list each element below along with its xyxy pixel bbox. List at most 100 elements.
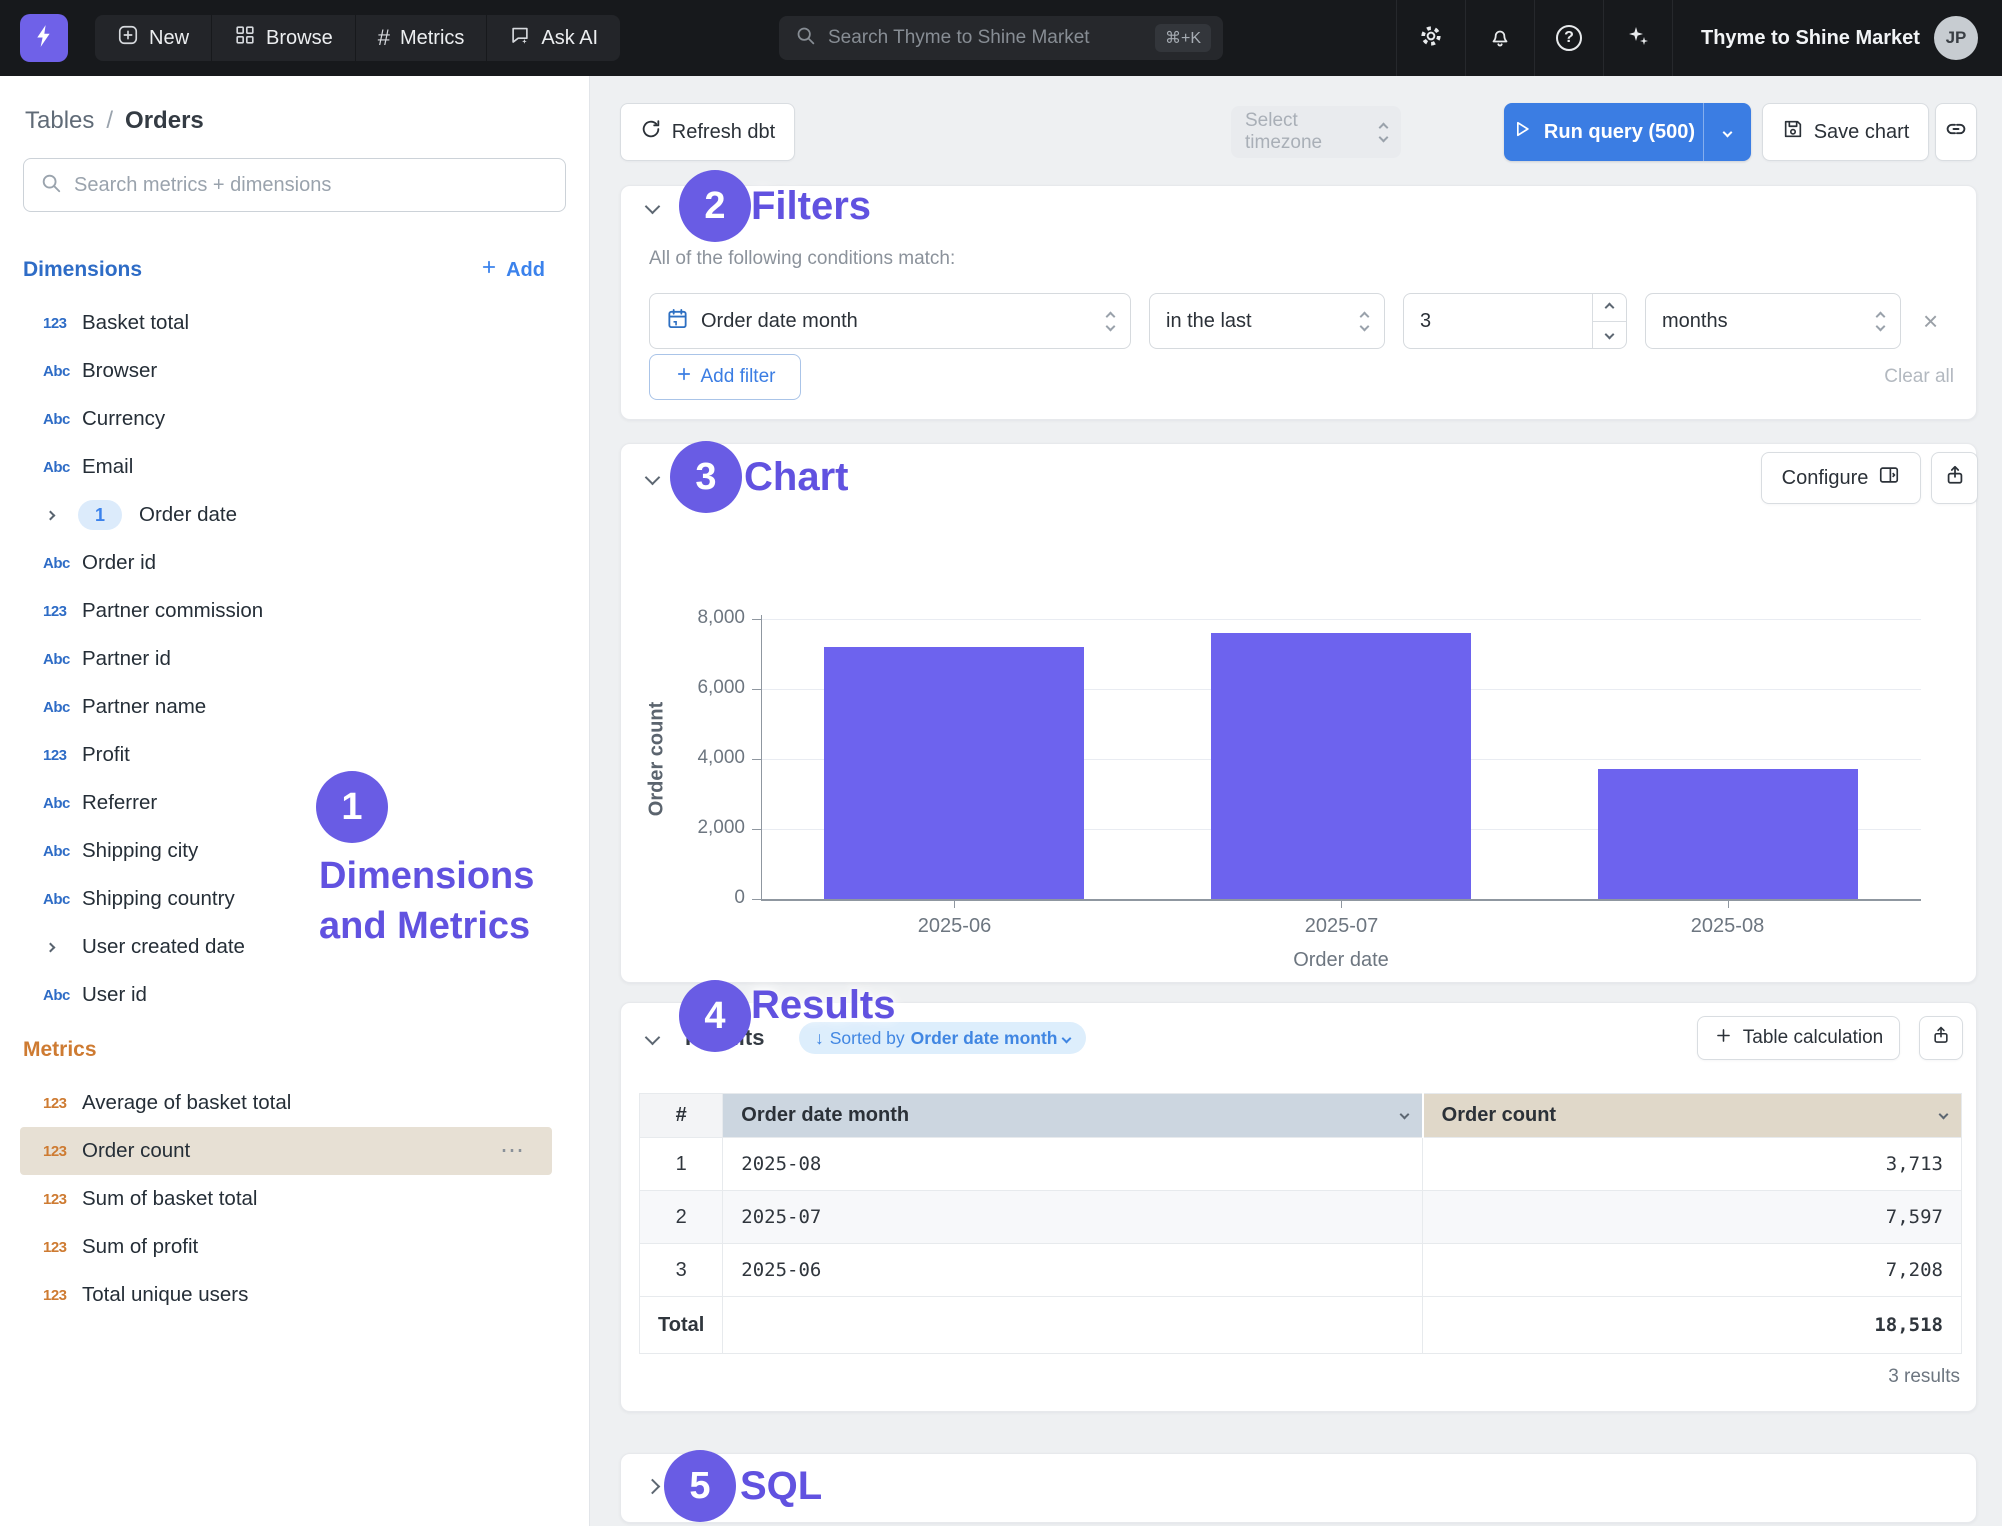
remove-filter-icon[interactable]: × xyxy=(1923,308,1938,334)
stepper-up-button[interactable] xyxy=(1593,294,1626,322)
order-date-month-cell[interactable]: 2025-06 xyxy=(723,1244,1423,1297)
bar-2025-08[interactable] xyxy=(1598,769,1858,899)
chevron-right-icon xyxy=(43,944,77,951)
settings-button[interactable] xyxy=(1396,0,1465,76)
chart-section: Configure 02,0004,0006,0008,0002025-0620… xyxy=(620,443,1977,983)
filter-unit-select[interactable]: months xyxy=(1645,293,1901,349)
export-results-button[interactable] xyxy=(1919,1016,1963,1060)
sql-expand-chevron[interactable] xyxy=(645,1479,661,1495)
help-button[interactable]: ? xyxy=(1534,0,1603,76)
copy-link-button[interactable] xyxy=(1935,103,1977,161)
breadcrumb-tables-link[interactable]: Tables xyxy=(25,107,94,135)
sidebar-field-partner-commission[interactable]: 123Partner commission xyxy=(0,587,590,635)
sidebar-field-order-date[interactable]: 1Order date xyxy=(0,491,590,539)
nav-ask-ai-button[interactable]: Ask AI xyxy=(487,15,620,61)
ai-sparkles-button[interactable] xyxy=(1603,0,1672,76)
filters-collapse-chevron[interactable] xyxy=(645,199,661,215)
chevron-down-icon[interactable] xyxy=(1939,1110,1949,1120)
play-icon xyxy=(1512,119,1532,145)
nav-browse-button[interactable]: Browse xyxy=(212,15,356,61)
field-label: Partner id xyxy=(82,647,171,671)
sidebar-field-sum-of-profit[interactable]: 123Sum of profit xyxy=(0,1223,590,1271)
explorer-toolbar: Refresh dbt Select timezone Run query (5… xyxy=(620,103,1977,161)
filter-field-value: Order date month xyxy=(701,310,858,333)
column-header-index[interactable]: # xyxy=(640,1094,723,1138)
sidebar-field-total-unique-users[interactable]: 123Total unique users xyxy=(0,1271,590,1319)
text-icon: Abc xyxy=(43,843,77,860)
number-icon: 123 xyxy=(43,603,77,620)
global-search-input[interactable]: Search Thyme to Shine Market ⌘+K xyxy=(779,16,1223,60)
column-header-order-count[interactable]: Order count xyxy=(1423,1094,1962,1138)
sidebar-field-partner-name[interactable]: AbcPartner name xyxy=(0,683,590,731)
add-dimension-button[interactable]: Add xyxy=(480,258,545,282)
sidebar-field-basket-total[interactable]: 123Basket total xyxy=(0,299,590,347)
sidebar-field-user-id[interactable]: AbcUser id xyxy=(0,971,590,1019)
select-caret-icon xyxy=(1107,313,1114,330)
add-filter-button[interactable]: Add filter xyxy=(649,354,801,400)
run-query-dropdown[interactable] xyxy=(1703,103,1751,161)
stepper-down-button[interactable] xyxy=(1593,322,1626,349)
sidebar-field-order-id[interactable]: AbcOrder id xyxy=(0,539,590,587)
export-chart-button[interactable] xyxy=(1931,452,1978,504)
field-more-menu-icon[interactable]: ⋯ xyxy=(500,1139,524,1163)
chevron-down-icon xyxy=(1062,1033,1072,1043)
nav-new-button[interactable]: New xyxy=(95,15,212,61)
user-avatar[interactable]: JP xyxy=(1934,16,1978,60)
sidebar-field-browser[interactable]: AbcBrowser xyxy=(0,347,590,395)
plus-circle-icon xyxy=(117,24,139,52)
search-icon xyxy=(795,25,816,51)
app-logo[interactable] xyxy=(20,14,68,62)
run-query-button[interactable]: Run query (500) xyxy=(1504,103,1751,161)
gear-icon xyxy=(1418,23,1444,54)
field-label: Referrer xyxy=(82,791,157,815)
sidebar-field-order-count[interactable]: 123Order count⋯ xyxy=(20,1127,552,1175)
clear-all-button[interactable]: Clear all xyxy=(1884,354,1954,400)
nav-metrics-button[interactable]: # Metrics xyxy=(356,15,488,61)
fields-search-input[interactable]: Search metrics + dimensions xyxy=(23,158,566,212)
save-chart-button[interactable]: Save chart xyxy=(1762,103,1929,161)
sidebar-field-profit[interactable]: 123Profit xyxy=(0,731,590,779)
filter-field-select[interactable]: Order date month xyxy=(649,293,1131,349)
table-row: 32025-067,208 xyxy=(640,1244,1962,1297)
annotation-label-3: Chart xyxy=(744,453,848,501)
order-count-cell[interactable]: 7,208 xyxy=(1423,1244,1962,1297)
annotation-circle-1: 1 xyxy=(316,771,388,843)
refresh-dbt-button[interactable]: Refresh dbt xyxy=(620,103,795,161)
bar-chart: 02,0004,0006,0008,0002025-062025-072025-… xyxy=(761,619,1921,899)
sidebar-field-currency[interactable]: AbcCurrency xyxy=(0,395,590,443)
filter-operator-select[interactable]: in the last xyxy=(1149,293,1385,349)
configure-button[interactable]: Configure xyxy=(1761,452,1921,504)
sort-field: Order date month xyxy=(911,1028,1058,1049)
filter-value-input[interactable]: 3 xyxy=(1403,293,1627,349)
sidebar-field-partner-id[interactable]: AbcPartner id xyxy=(0,635,590,683)
results-collapse-chevron[interactable] xyxy=(645,1030,661,1046)
sidebar-field-sum-of-basket-total[interactable]: 123Sum of basket total xyxy=(0,1175,590,1223)
table-calculation-button[interactable]: Table calculation xyxy=(1697,1016,1900,1060)
select-caret-icon xyxy=(1380,124,1387,141)
add-dimension-label: Add xyxy=(506,259,545,282)
y-axis-line xyxy=(761,615,762,900)
chart-collapse-chevron[interactable] xyxy=(645,470,661,486)
sidebar-field-referrer[interactable]: AbcReferrer xyxy=(0,779,590,827)
table-row: 12025-083,713 xyxy=(640,1138,1962,1191)
bar-2025-06[interactable] xyxy=(824,647,1084,899)
order-count-cell[interactable]: 3,713 xyxy=(1423,1138,1962,1191)
timezone-select[interactable]: Select timezone xyxy=(1231,106,1401,158)
bar-2025-07[interactable] xyxy=(1211,633,1471,899)
order-count-cell[interactable]: 7,597 xyxy=(1423,1191,1962,1244)
column-header-order-date-month[interactable]: Order date month xyxy=(723,1094,1423,1138)
chevron-down-icon[interactable] xyxy=(1399,1110,1409,1120)
main-nav: New Browse # Metrics Ask AI xyxy=(95,15,620,61)
annotation-circle-3: 3 xyxy=(670,441,742,513)
annotation-label-4: Results xyxy=(751,981,896,1029)
x-axis-title: Order date xyxy=(761,949,1921,972)
notifications-button[interactable] xyxy=(1465,0,1534,76)
y-axis-tick-label: 0 xyxy=(619,887,745,909)
order-date-month-cell[interactable]: 2025-07 xyxy=(723,1191,1423,1244)
annotation-label-1: Dimensions and Metrics xyxy=(319,851,559,951)
sidebar-field-average-of-basket-total[interactable]: 123Average of basket total xyxy=(0,1079,590,1127)
sidebar-field-email[interactable]: AbcEmail xyxy=(0,443,590,491)
order-date-month-cell[interactable]: 2025-08 xyxy=(723,1138,1423,1191)
workspace-name[interactable]: Thyme to Shine Market xyxy=(1672,0,1948,76)
metrics-list: 123Average of basket total123Order count… xyxy=(0,1079,590,1319)
